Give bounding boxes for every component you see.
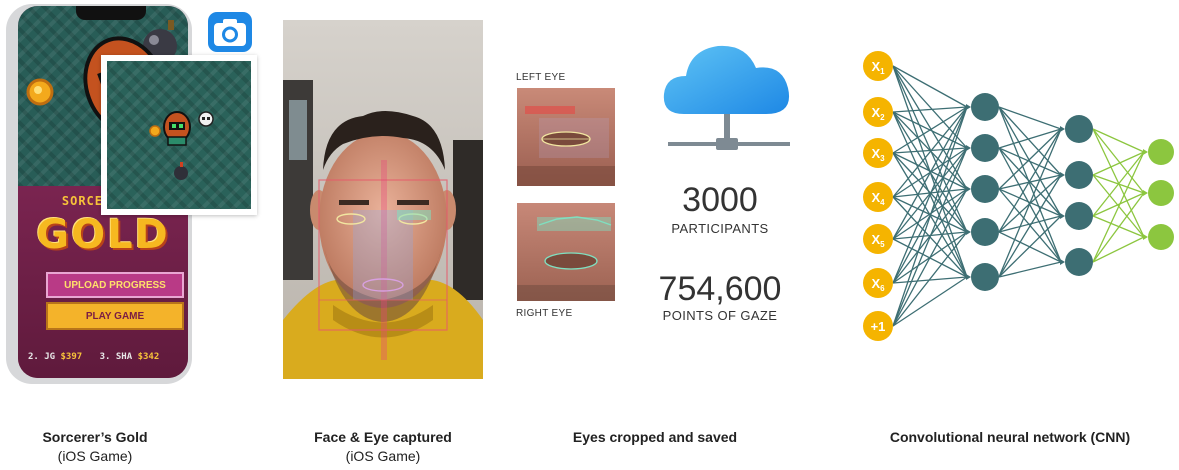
- network-arrowhead: [966, 186, 971, 192]
- caption-title: Face & Eye captured: [314, 429, 452, 445]
- network-edge: [998, 174, 1062, 190]
- input-node-label: +1: [871, 319, 886, 334]
- caption-title: Convolutional neural network (CNN): [889, 429, 1131, 445]
- gaze-points-count: 754,600: [658, 270, 782, 308]
- input-node: X1: [863, 51, 893, 81]
- leaderboard-rank: 2. JG: [28, 352, 56, 362]
- network-arrowhead: [1060, 213, 1065, 219]
- hidden-node: [971, 93, 999, 121]
- network-edge: [1092, 236, 1145, 263]
- network-arrowhead: [966, 104, 971, 110]
- hidden-node: [1065, 202, 1093, 230]
- camera-icon: [208, 12, 252, 52]
- network-arrowhead: [1143, 149, 1148, 155]
- face-photo: [283, 20, 483, 379]
- network-edges: [892, 65, 1148, 327]
- input-node: X6: [863, 268, 893, 298]
- leaderboard-score: $342: [137, 352, 160, 362]
- zoomed-game-view: [101, 55, 257, 215]
- left-eye-label: LEFT EYE: [516, 72, 566, 83]
- participants-count: 3000: [682, 181, 758, 219]
- network-arrowhead: [1060, 172, 1065, 178]
- small-coin-sprite: [149, 125, 161, 137]
- hidden-node: [971, 175, 999, 203]
- network-edge: [1092, 192, 1145, 217]
- hidden-node: [971, 263, 999, 291]
- cloud-network-icon: [654, 34, 802, 154]
- zoomed-sprites: [149, 111, 214, 180]
- right-eye-crop: [517, 203, 615, 301]
- network-arrowhead: [1143, 190, 1148, 196]
- small-sorcerer-sprite: [163, 111, 191, 146]
- caption-subtitle: (iOS Game): [57, 448, 133, 464]
- network-arrowhead: [1060, 126, 1065, 132]
- phone-notch: [76, 6, 146, 20]
- output-node: [1148, 180, 1174, 206]
- network-edge: [892, 231, 968, 327]
- play-game-button[interactable]: PLAY GAME: [46, 302, 184, 330]
- hidden-node: [971, 218, 999, 246]
- zoomed-game-scene: [107, 61, 251, 209]
- output-node: [1148, 224, 1174, 250]
- hidden-node: [1065, 161, 1093, 189]
- hidden-node: [1065, 248, 1093, 276]
- caption-title: Sorcerer’s Gold: [42, 429, 148, 445]
- network-edge: [1092, 128, 1145, 153]
- network-edge: [892, 65, 968, 108]
- gaze-points-label: POINTS OF GAZE: [662, 308, 778, 323]
- input-node: X5: [863, 224, 893, 254]
- network-edge: [1092, 151, 1145, 176]
- right-eye-label: RIGHT EYE: [516, 308, 573, 319]
- network-arrowhead: [966, 274, 971, 280]
- input-node: X2: [863, 97, 893, 127]
- skull-sprite: [198, 111, 214, 127]
- input-node: +1: [863, 311, 893, 341]
- input-node: X3: [863, 138, 893, 168]
- left-eye-crop: [517, 88, 615, 186]
- network-edge: [892, 147, 968, 327]
- network-arrowhead: [1060, 259, 1065, 265]
- neural-network-diagram: X1 X2 X3 X4 X5 X6 +1: [855, 40, 1179, 350]
- caption-title: Eyes cropped and saved: [572, 429, 738, 445]
- output-node: [1148, 139, 1174, 165]
- network-edge: [892, 276, 968, 327]
- network-arrowhead: [1143, 234, 1148, 240]
- participants-label: PARTICIPANTS: [671, 221, 769, 236]
- hidden-node: [1065, 115, 1093, 143]
- caption-subtitle: (iOS Game): [345, 448, 421, 464]
- game-title-main: GOLD: [36, 212, 170, 258]
- leaderboard: 2. JG $397 3. SHA $342: [18, 352, 188, 372]
- hidden-node: [971, 134, 999, 162]
- small-bomb-sprite: [174, 162, 188, 180]
- network-edge: [998, 128, 1062, 278]
- upload-progress-button[interactable]: UPLOAD PROGRESS: [46, 272, 184, 298]
- leaderboard-score: $397: [60, 352, 83, 362]
- network-edge: [998, 261, 1062, 278]
- input-node: X4: [863, 182, 893, 212]
- network-edge: [892, 106, 968, 327]
- network-arrowhead: [966, 229, 971, 235]
- network-arrowhead: [966, 145, 971, 151]
- leaderboard-rank: 3. SHA: [99, 352, 133, 362]
- network-edge: [998, 106, 1062, 263]
